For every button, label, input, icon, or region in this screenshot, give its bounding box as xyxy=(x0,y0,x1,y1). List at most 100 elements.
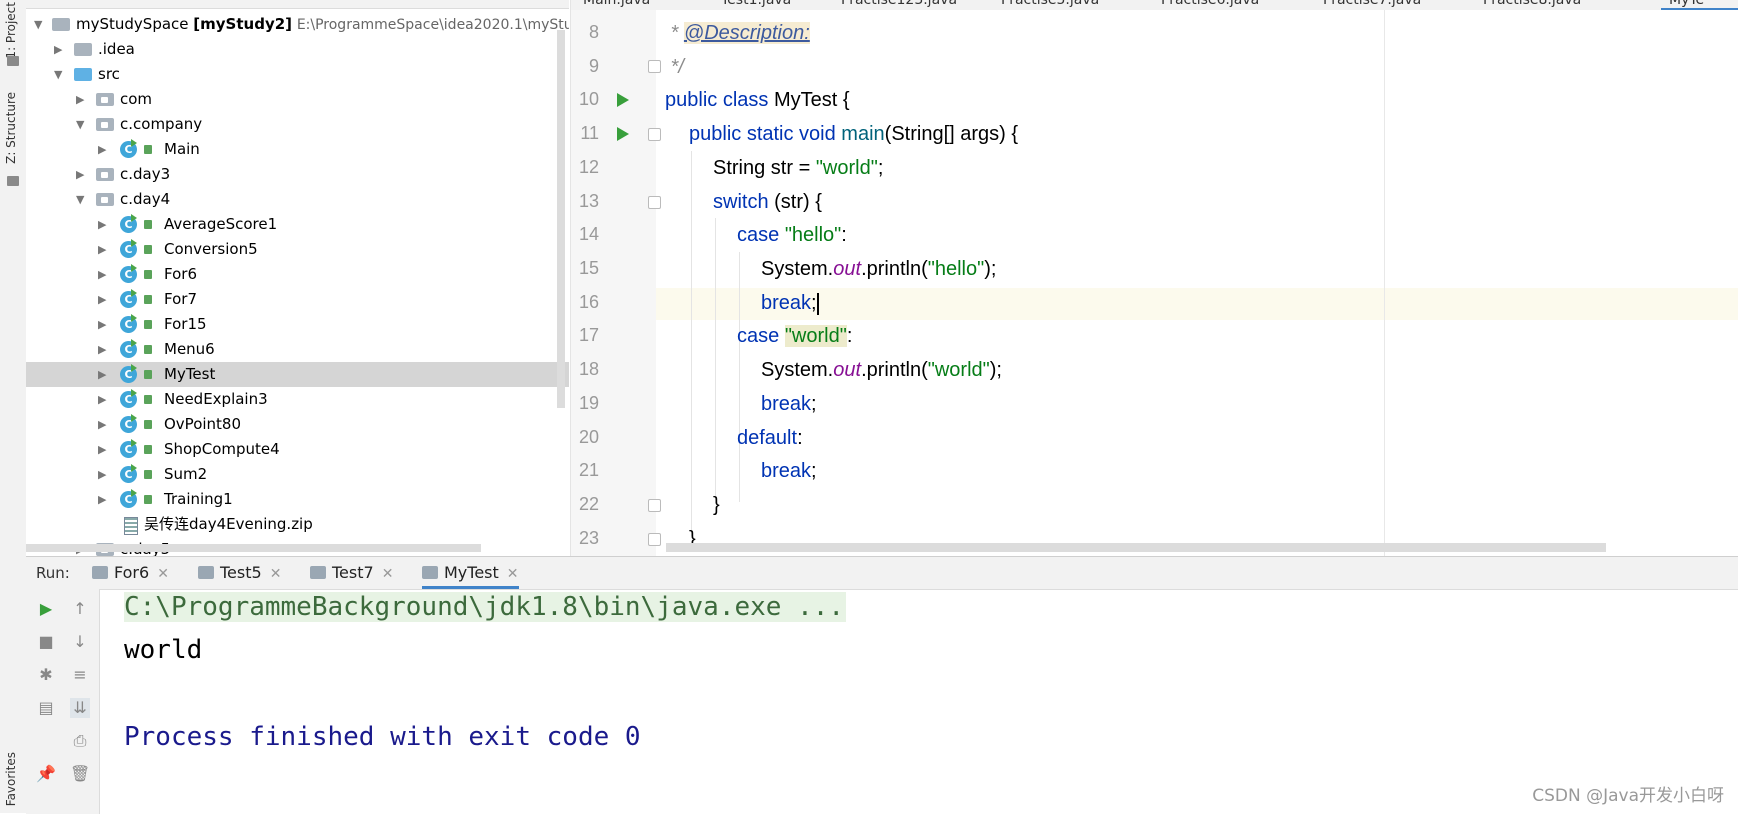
scroll-up-icon[interactable]: ↑ xyxy=(70,599,90,619)
tree-root-row[interactable]: ▼ myStudySpace [myStudy2] E:\ProgrammeSp… xyxy=(26,12,569,37)
tree-horizontal-scrollbar[interactable] xyxy=(26,544,481,552)
tree-item-sum2[interactable]: ▶ C Sum2 xyxy=(26,462,569,487)
run-tab-test5[interactable]: Test5 ✕ xyxy=(198,557,281,589)
expand-arrow-icon[interactable]: ▶ xyxy=(98,462,108,487)
trash-icon[interactable]: 🗑 xyxy=(70,764,90,784)
expand-arrow-icon[interactable]: ▶ xyxy=(98,312,108,337)
expand-arrow-icon[interactable]: ▶ xyxy=(98,412,108,437)
run-tab-test7[interactable]: Test7 ✕ xyxy=(310,557,393,589)
code-line-20[interactable]: default: xyxy=(737,422,803,455)
tree-item-zip[interactable]: 吴传连day4Evening.zip xyxy=(26,512,569,537)
fold-icon[interactable] xyxy=(648,196,661,209)
editor-horizontal-scrollbar[interactable] xyxy=(666,543,1606,552)
editor-tab-active[interactable]: MyTe xyxy=(1669,0,1704,8)
stop-icon[interactable]: ■ xyxy=(36,632,56,652)
print-icon[interactable]: ⎙ xyxy=(70,731,90,751)
fold-icon[interactable] xyxy=(648,60,661,73)
tree-item-mytest[interactable]: ▶ C MyTest xyxy=(26,362,569,387)
tree-item-com[interactable]: ▶ com xyxy=(26,87,569,112)
console-output[interactable]: C:\ProgrammeBackground\jdk1.8\bin\java.e… xyxy=(124,592,847,752)
run-main-icon[interactable] xyxy=(617,127,629,141)
run-tab-for6[interactable]: For6 ✕ xyxy=(92,557,169,589)
expand-arrow-icon[interactable]: ▼ xyxy=(54,62,64,87)
code-line-13[interactable]: switch (str) { xyxy=(713,186,822,219)
expand-arrow-icon[interactable]: ▼ xyxy=(76,112,86,137)
favorites-tool-tab[interactable]: Favorites xyxy=(4,752,18,806)
tree-item-menu6[interactable]: ▶ C Menu6 xyxy=(26,337,569,362)
expand-arrow-icon[interactable]: ▶ xyxy=(76,87,86,112)
tree-item-training1[interactable]: ▶ C Training1 xyxy=(26,487,569,512)
code-line-15[interactable]: System.out.println("hello"); xyxy=(761,253,996,286)
expand-arrow-icon[interactable]: ▶ xyxy=(98,362,108,387)
editor-tab[interactable]: Practise8.java xyxy=(1483,0,1581,8)
expand-arrow-icon[interactable]: ▶ xyxy=(98,137,108,162)
tree-item-averagescore1[interactable]: ▶ C AverageScore1 xyxy=(26,212,569,237)
tree-item-for6[interactable]: ▶ C For6 xyxy=(26,262,569,287)
rerun-icon[interactable]: ▶ xyxy=(36,599,56,619)
soft-wrap-icon[interactable]: ≡ xyxy=(70,665,90,685)
code-line-16[interactable]: break; xyxy=(761,287,819,320)
expand-arrow-icon[interactable]: ▶ xyxy=(98,337,108,362)
tree-item-for7[interactable]: ▶ C For7 xyxy=(26,287,569,312)
code-line-19[interactable]: break; xyxy=(761,388,817,421)
debug-icon[interactable]: ✱ xyxy=(36,665,56,685)
console-command-line: C:\ProgrammeBackground\jdk1.8\bin\java.e… xyxy=(124,592,847,622)
tree-item-main[interactable]: ▶ C Main xyxy=(26,137,569,162)
run-tab-mytest[interactable]: MyTest ✕ xyxy=(422,557,519,589)
scroll-down-icon[interactable]: ↓ xyxy=(70,632,90,652)
code-line-17[interactable]: case "world": xyxy=(737,320,852,353)
editor-tab[interactable]: Practise123.java xyxy=(841,0,957,8)
expand-arrow-icon[interactable]: ▼ xyxy=(76,187,86,212)
expand-arrow-icon[interactable]: ▶ xyxy=(76,162,86,187)
pin-icon[interactable]: 📌 xyxy=(36,764,56,784)
tree-vertical-scrollbar[interactable] xyxy=(557,30,565,408)
expand-arrow-icon[interactable]: ▶ xyxy=(98,237,108,262)
tree-item-src[interactable]: ▼ src xyxy=(26,62,569,87)
tree-item-c-day3[interactable]: ▶ c.day3 xyxy=(26,162,569,187)
fold-icon[interactable] xyxy=(648,128,661,141)
project-tool-tab[interactable]: 1: Project xyxy=(4,2,18,59)
expand-arrow-icon[interactable]: ▶ xyxy=(98,262,108,287)
expand-arrow-icon[interactable]: ▼ xyxy=(34,12,44,37)
code-line-14[interactable]: case "hello": xyxy=(737,219,847,252)
code-line-18[interactable]: System.out.println("world"); xyxy=(761,354,1002,387)
code-line-21[interactable]: break; xyxy=(761,455,817,488)
expand-arrow-icon[interactable]: ▶ xyxy=(98,487,108,512)
editor-tab[interactable]: Practise5.java xyxy=(1001,0,1099,8)
tree-item-shopcompute4[interactable]: ▶ C ShopCompute4 xyxy=(26,437,569,462)
code-line-22[interactable]: } xyxy=(713,489,720,522)
expand-arrow-icon[interactable]: ▶ xyxy=(54,37,64,62)
tree-item-c-company[interactable]: ▼ c.company xyxy=(26,112,569,137)
close-icon[interactable]: ✕ xyxy=(382,566,394,582)
expand-arrow-icon[interactable]: ▶ xyxy=(98,287,108,312)
tree-item-ovpoint80[interactable]: ▶ C OvPoint80 xyxy=(26,412,569,437)
fold-icon[interactable] xyxy=(648,533,661,546)
editor-tab[interactable]: Practise6.java xyxy=(1161,0,1259,8)
layout-icon[interactable]: ▤ xyxy=(36,698,56,718)
editor-tab[interactable]: Practise7.java xyxy=(1323,0,1421,8)
code-line-12[interactable]: String str = "world"; xyxy=(713,152,883,185)
editor-tab[interactable]: Main.java xyxy=(583,0,650,8)
editor-tab[interactable]: Test1.java xyxy=(721,0,791,8)
scroll-to-end-icon[interactable]: ⇊ xyxy=(70,698,90,718)
run-class-icon[interactable] xyxy=(617,93,629,107)
tree-item-idea[interactable]: ▶ .idea xyxy=(26,37,569,62)
expand-arrow-icon[interactable]: ▶ xyxy=(98,212,108,237)
keyword: default xyxy=(737,427,798,449)
code-editor[interactable]: Main.java Test1.java Practise123.java Pr… xyxy=(570,0,1738,556)
expand-arrow-icon[interactable]: ▶ xyxy=(98,437,108,462)
code-line-11[interactable]: public static void main(String[] args) { xyxy=(689,118,1018,151)
close-icon[interactable]: ✕ xyxy=(270,566,282,582)
close-icon[interactable]: ✕ xyxy=(157,566,169,582)
tree-item-for15[interactable]: ▶ C For15 xyxy=(26,312,569,337)
structure-tool-tab[interactable]: Z: Structure xyxy=(4,92,18,164)
code-line-9[interactable]: */ xyxy=(665,51,684,84)
code-line-8[interactable]: * @Description: xyxy=(665,17,810,50)
fold-icon[interactable] xyxy=(648,499,661,512)
tree-item-c-day4[interactable]: ▼ c.day4 xyxy=(26,187,569,212)
code-line-10[interactable]: public class MyTest { xyxy=(665,84,850,117)
expand-arrow-icon[interactable]: ▶ xyxy=(98,387,108,412)
tree-item-needexplain3[interactable]: ▶ C NeedExplain3 xyxy=(26,387,569,412)
close-icon[interactable]: ✕ xyxy=(507,566,519,582)
tree-item-conversion5[interactable]: ▶ C Conversion5 xyxy=(26,237,569,262)
